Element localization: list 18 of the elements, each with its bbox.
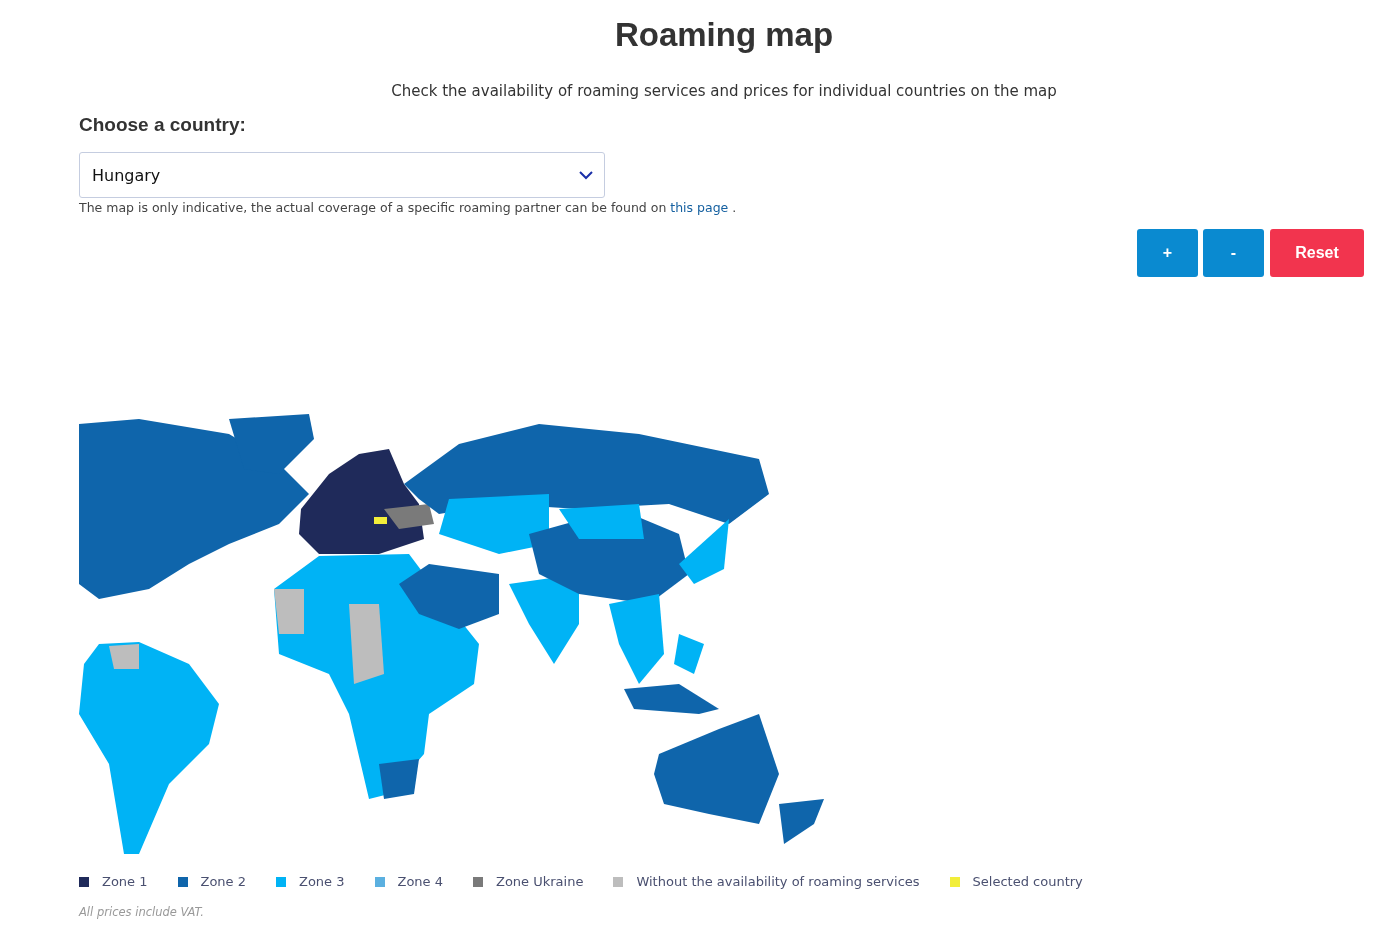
reset-button[interactable]: Reset: [1270, 229, 1364, 277]
legend-label: Zone Ukraine: [496, 874, 584, 889]
legend-label: Zone 3: [299, 874, 345, 889]
country-select[interactable]: Hungary: [79, 152, 605, 198]
legend-label: Zone 4: [397, 874, 443, 889]
legend-label: Zone 2: [200, 874, 246, 889]
subtitle: Check the availability of roaming services and prices for individual countries on the map: [390, 82, 1058, 100]
page-title: Roaming map: [613, 15, 835, 54]
zoom-button[interactable]: -: [1203, 229, 1264, 277]
zoom-button[interactable]: +: [1137, 229, 1198, 277]
country-label: Choose a country:: [79, 114, 247, 136]
this-page-link[interactable]: this page: [670, 200, 729, 215]
legend-label: Without the availability of roaming services: [636, 874, 920, 889]
map-disclaimer: The map is only indicative, the actual coverage of a specific roaming partner can be found on this page .: [79, 200, 738, 215]
legend-label: Selected country: [972, 874, 1083, 889]
vat-note: All prices include VAT.: [79, 905, 205, 919]
chevron-down-icon: [578, 170, 594, 180]
legend-label: Zone 1: [102, 874, 148, 889]
